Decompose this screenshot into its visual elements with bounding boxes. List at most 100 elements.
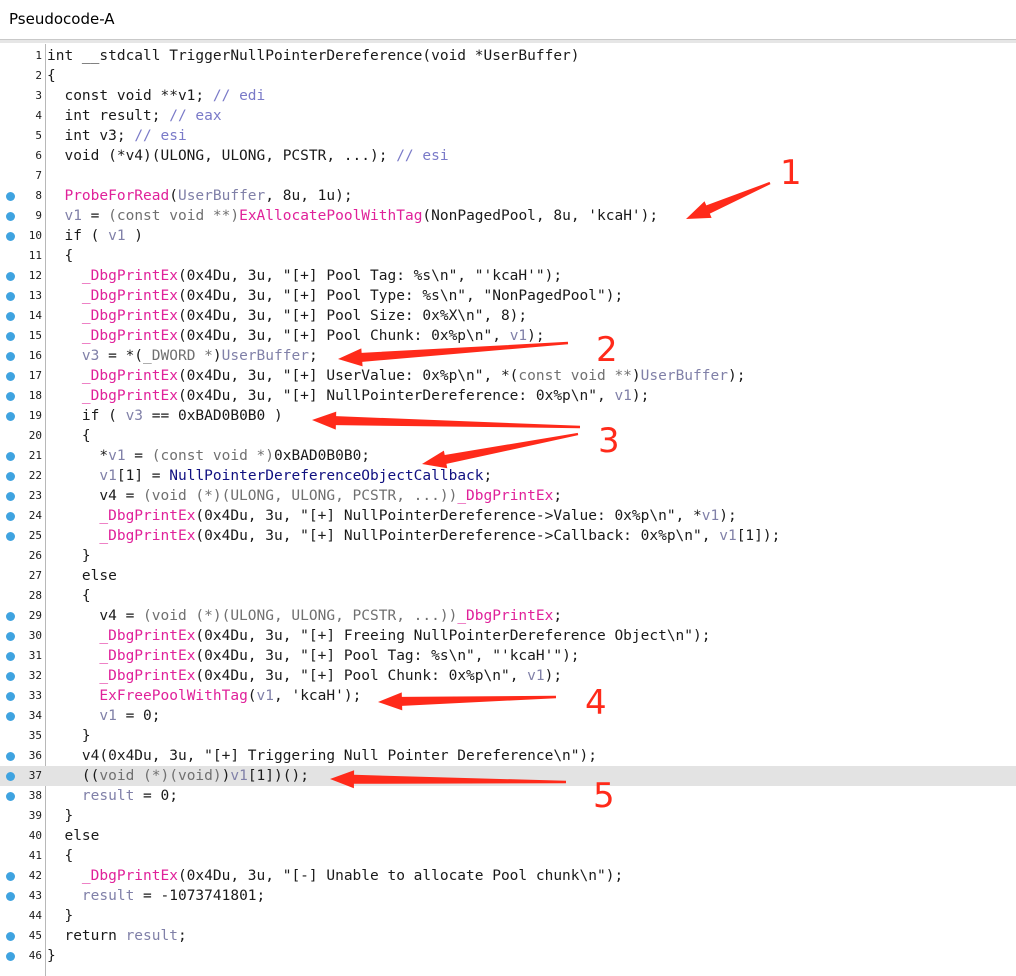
code-text[interactable]: _DbgPrintEx(0x4Du, 3u, "[+] UserValue: 0… bbox=[47, 367, 746, 385]
breakpoint-dot-icon[interactable] bbox=[6, 932, 15, 941]
code-line[interactable]: 4 int result; // eax bbox=[0, 106, 1016, 126]
code-line[interactable]: 46} bbox=[0, 946, 1016, 966]
code-text[interactable]: v3 = *(_DWORD *)UserBuffer; bbox=[47, 347, 318, 365]
code-text[interactable]: { bbox=[47, 67, 56, 85]
code-text[interactable]: int __stdcall TriggerNullPointerDerefere… bbox=[47, 47, 580, 65]
code-text[interactable]: result = -1073741801; bbox=[47, 887, 265, 905]
code-text[interactable]: _DbgPrintEx(0x4Du, 3u, "[+] Pool Type: %… bbox=[47, 287, 623, 305]
code-line[interactable]: 6 void (*v4)(ULONG, ULONG, PCSTR, ...); … bbox=[0, 146, 1016, 166]
breakpoint-dot-icon[interactable] bbox=[6, 372, 15, 381]
code-line[interactable]: 30 _DbgPrintEx(0x4Du, 3u, "[+] Freeing N… bbox=[0, 626, 1016, 646]
code-line[interactable]: 11 { bbox=[0, 246, 1016, 266]
code-line[interactable]: 26 } bbox=[0, 546, 1016, 566]
code-line[interactable]: 42 _DbgPrintEx(0x4Du, 3u, "[-] Unable to… bbox=[0, 866, 1016, 886]
breakpoint-dot-icon[interactable] bbox=[6, 532, 15, 541]
code-text[interactable]: v4 = (void (*)(ULONG, ULONG, PCSTR, ...)… bbox=[47, 607, 562, 625]
breakpoint-dot-icon[interactable] bbox=[6, 492, 15, 501]
code-line[interactable]: 17 _DbgPrintEx(0x4Du, 3u, "[+] UserValue… bbox=[0, 366, 1016, 386]
code-line[interactable]: 2{ bbox=[0, 66, 1016, 86]
breakpoint-dot-icon[interactable] bbox=[6, 452, 15, 461]
code-line[interactable]: 7 bbox=[0, 166, 1016, 186]
code-text[interactable]: } bbox=[47, 907, 73, 925]
code-text[interactable]: else bbox=[47, 827, 99, 845]
code-text[interactable]: ExFreePoolWithTag(v1, 'kcaH'); bbox=[47, 687, 361, 705]
code-text[interactable]: return result; bbox=[47, 927, 186, 945]
breakpoint-dot-icon[interactable] bbox=[6, 312, 15, 321]
code-text[interactable]: if ( v1 ) bbox=[47, 227, 143, 245]
code-text[interactable]: result = 0; bbox=[47, 787, 178, 805]
breakpoint-dot-icon[interactable] bbox=[6, 712, 15, 721]
code-text[interactable]: int result; // eax bbox=[47, 107, 221, 125]
breakpoint-dot-icon[interactable] bbox=[6, 192, 15, 201]
code-text[interactable]: v4(0x4Du, 3u, "[+] Triggering Null Point… bbox=[47, 747, 597, 765]
breakpoint-dot-icon[interactable] bbox=[6, 672, 15, 681]
code-text[interactable]: else bbox=[47, 567, 117, 585]
code-text[interactable]: _DbgPrintEx(0x4Du, 3u, "[+] Freeing Null… bbox=[47, 627, 710, 645]
breakpoint-dot-icon[interactable] bbox=[6, 272, 15, 281]
code-line[interactable]: 23 v4 = (void (*)(ULONG, ULONG, PCSTR, .… bbox=[0, 486, 1016, 506]
code-text[interactable]: void (*v4)(ULONG, ULONG, PCSTR, ...); //… bbox=[47, 147, 448, 165]
code-line[interactable]: 41 { bbox=[0, 846, 1016, 866]
breakpoint-dot-icon[interactable] bbox=[6, 352, 15, 361]
breakpoint-dot-icon[interactable] bbox=[6, 692, 15, 701]
tab-pseudocode-a[interactable]: Pseudocode-A bbox=[9, 10, 115, 28]
code-text[interactable]: { bbox=[47, 247, 73, 265]
code-text[interactable]: _DbgPrintEx(0x4Du, 3u, "[+] NullPointerD… bbox=[47, 387, 649, 405]
breakpoint-dot-icon[interactable] bbox=[6, 632, 15, 641]
code-text[interactable]: v1[1] = NullPointerDereferenceObjectCall… bbox=[47, 467, 492, 485]
code-line[interactable]: 14 _DbgPrintEx(0x4Du, 3u, "[+] Pool Size… bbox=[0, 306, 1016, 326]
breakpoint-dot-icon[interactable] bbox=[6, 772, 15, 781]
breakpoint-dot-icon[interactable] bbox=[6, 472, 15, 481]
breakpoint-dot-icon[interactable] bbox=[6, 212, 15, 221]
code-text[interactable]: _DbgPrintEx(0x4Du, 3u, "[+] Pool Chunk: … bbox=[47, 327, 545, 345]
code-line[interactable]: 28 { bbox=[0, 586, 1016, 606]
breakpoint-dot-icon[interactable] bbox=[6, 792, 15, 801]
code-text[interactable]: _DbgPrintEx(0x4Du, 3u, "[-] Unable to al… bbox=[47, 867, 623, 885]
code-line[interactable]: 39 } bbox=[0, 806, 1016, 826]
code-text[interactable]: { bbox=[47, 847, 73, 865]
code-text[interactable]: v4 = (void (*)(ULONG, ULONG, PCSTR, ...)… bbox=[47, 487, 562, 505]
code-line[interactable]: 33 ExFreePoolWithTag(v1, 'kcaH'); bbox=[0, 686, 1016, 706]
code-text[interactable]: if ( v3 == 0xBAD0B0B0 ) bbox=[47, 407, 283, 425]
code-line[interactable]: 12 _DbgPrintEx(0x4Du, 3u, "[+] Pool Tag:… bbox=[0, 266, 1016, 286]
code-line[interactable]: 21 *v1 = (const void *)0xBAD0B0B0; bbox=[0, 446, 1016, 466]
code-line[interactable]: 3 const void **v1; // edi bbox=[0, 86, 1016, 106]
breakpoint-dot-icon[interactable] bbox=[6, 232, 15, 241]
code-text[interactable]: } bbox=[47, 807, 73, 825]
code-text[interactable]: _DbgPrintEx(0x4Du, 3u, "[+] Pool Tag: %s… bbox=[47, 267, 562, 285]
code-line[interactable]: 9 v1 = (const void **)ExAllocatePoolWith… bbox=[0, 206, 1016, 226]
code-text[interactable]: { bbox=[47, 587, 91, 605]
code-text[interactable]: ((void (*)(void))v1[1])(); bbox=[47, 767, 309, 785]
breakpoint-dot-icon[interactable] bbox=[6, 292, 15, 301]
code-line[interactable]: 5 int v3; // esi bbox=[0, 126, 1016, 146]
code-line[interactable]: 24 _DbgPrintEx(0x4Du, 3u, "[+] NullPoint… bbox=[0, 506, 1016, 526]
code-line[interactable]: 31 _DbgPrintEx(0x4Du, 3u, "[+] Pool Tag:… bbox=[0, 646, 1016, 666]
code-line[interactable]: 44 } bbox=[0, 906, 1016, 926]
code-text[interactable]: *v1 = (const void *)0xBAD0B0B0; bbox=[47, 447, 370, 465]
code-text[interactable]: v1 = 0; bbox=[47, 707, 160, 725]
code-text[interactable]: _DbgPrintEx(0x4Du, 3u, "[+] Pool Size: 0… bbox=[47, 307, 527, 325]
breakpoint-dot-icon[interactable] bbox=[6, 332, 15, 341]
code-line[interactable]: 38 result = 0; bbox=[0, 786, 1016, 806]
breakpoint-dot-icon[interactable] bbox=[6, 872, 15, 881]
breakpoint-dot-icon[interactable] bbox=[6, 612, 15, 621]
code-text[interactable]: _DbgPrintEx(0x4Du, 3u, "[+] NullPointerD… bbox=[47, 507, 736, 525]
code-text[interactable]: v1 = (const void **)ExAllocatePoolWithTa… bbox=[47, 207, 658, 225]
code-text[interactable]: _DbgPrintEx(0x4Du, 3u, "[+] Pool Chunk: … bbox=[47, 667, 562, 685]
pseudocode-editor[interactable]: 1 int __stdcall TriggerNullPointerDerefer… bbox=[0, 44, 1016, 976]
code-line[interactable]: 36 v4(0x4Du, 3u, "[+] Triggering Null Po… bbox=[0, 746, 1016, 766]
code-line[interactable]: 40 else bbox=[0, 826, 1016, 846]
code-line[interactable]: 43 result = -1073741801; bbox=[0, 886, 1016, 906]
code-line[interactable]: 25 _DbgPrintEx(0x4Du, 3u, "[+] NullPoint… bbox=[0, 526, 1016, 546]
breakpoint-dot-icon[interactable] bbox=[6, 952, 15, 961]
code-text[interactable]: _DbgPrintEx(0x4Du, 3u, "[+] Pool Tag: %s… bbox=[47, 647, 579, 665]
code-text[interactable]: int v3; // esi bbox=[47, 127, 186, 145]
breakpoint-dot-icon[interactable] bbox=[6, 512, 15, 521]
code-line[interactable]: 18 _DbgPrintEx(0x4Du, 3u, "[+] NullPoint… bbox=[0, 386, 1016, 406]
code-text[interactable]: const void **v1; // edi bbox=[47, 87, 265, 105]
code-line[interactable]: 15 _DbgPrintEx(0x4Du, 3u, "[+] Pool Chun… bbox=[0, 326, 1016, 346]
code-text[interactable]: ProbeForRead(UserBuffer, 8u, 1u); bbox=[47, 187, 352, 205]
code-line[interactable]: 29 v4 = (void (*)(ULONG, ULONG, PCSTR, .… bbox=[0, 606, 1016, 626]
code-line[interactable]: 27 else bbox=[0, 566, 1016, 586]
code-line[interactable]: 13 _DbgPrintEx(0x4Du, 3u, "[+] Pool Type… bbox=[0, 286, 1016, 306]
